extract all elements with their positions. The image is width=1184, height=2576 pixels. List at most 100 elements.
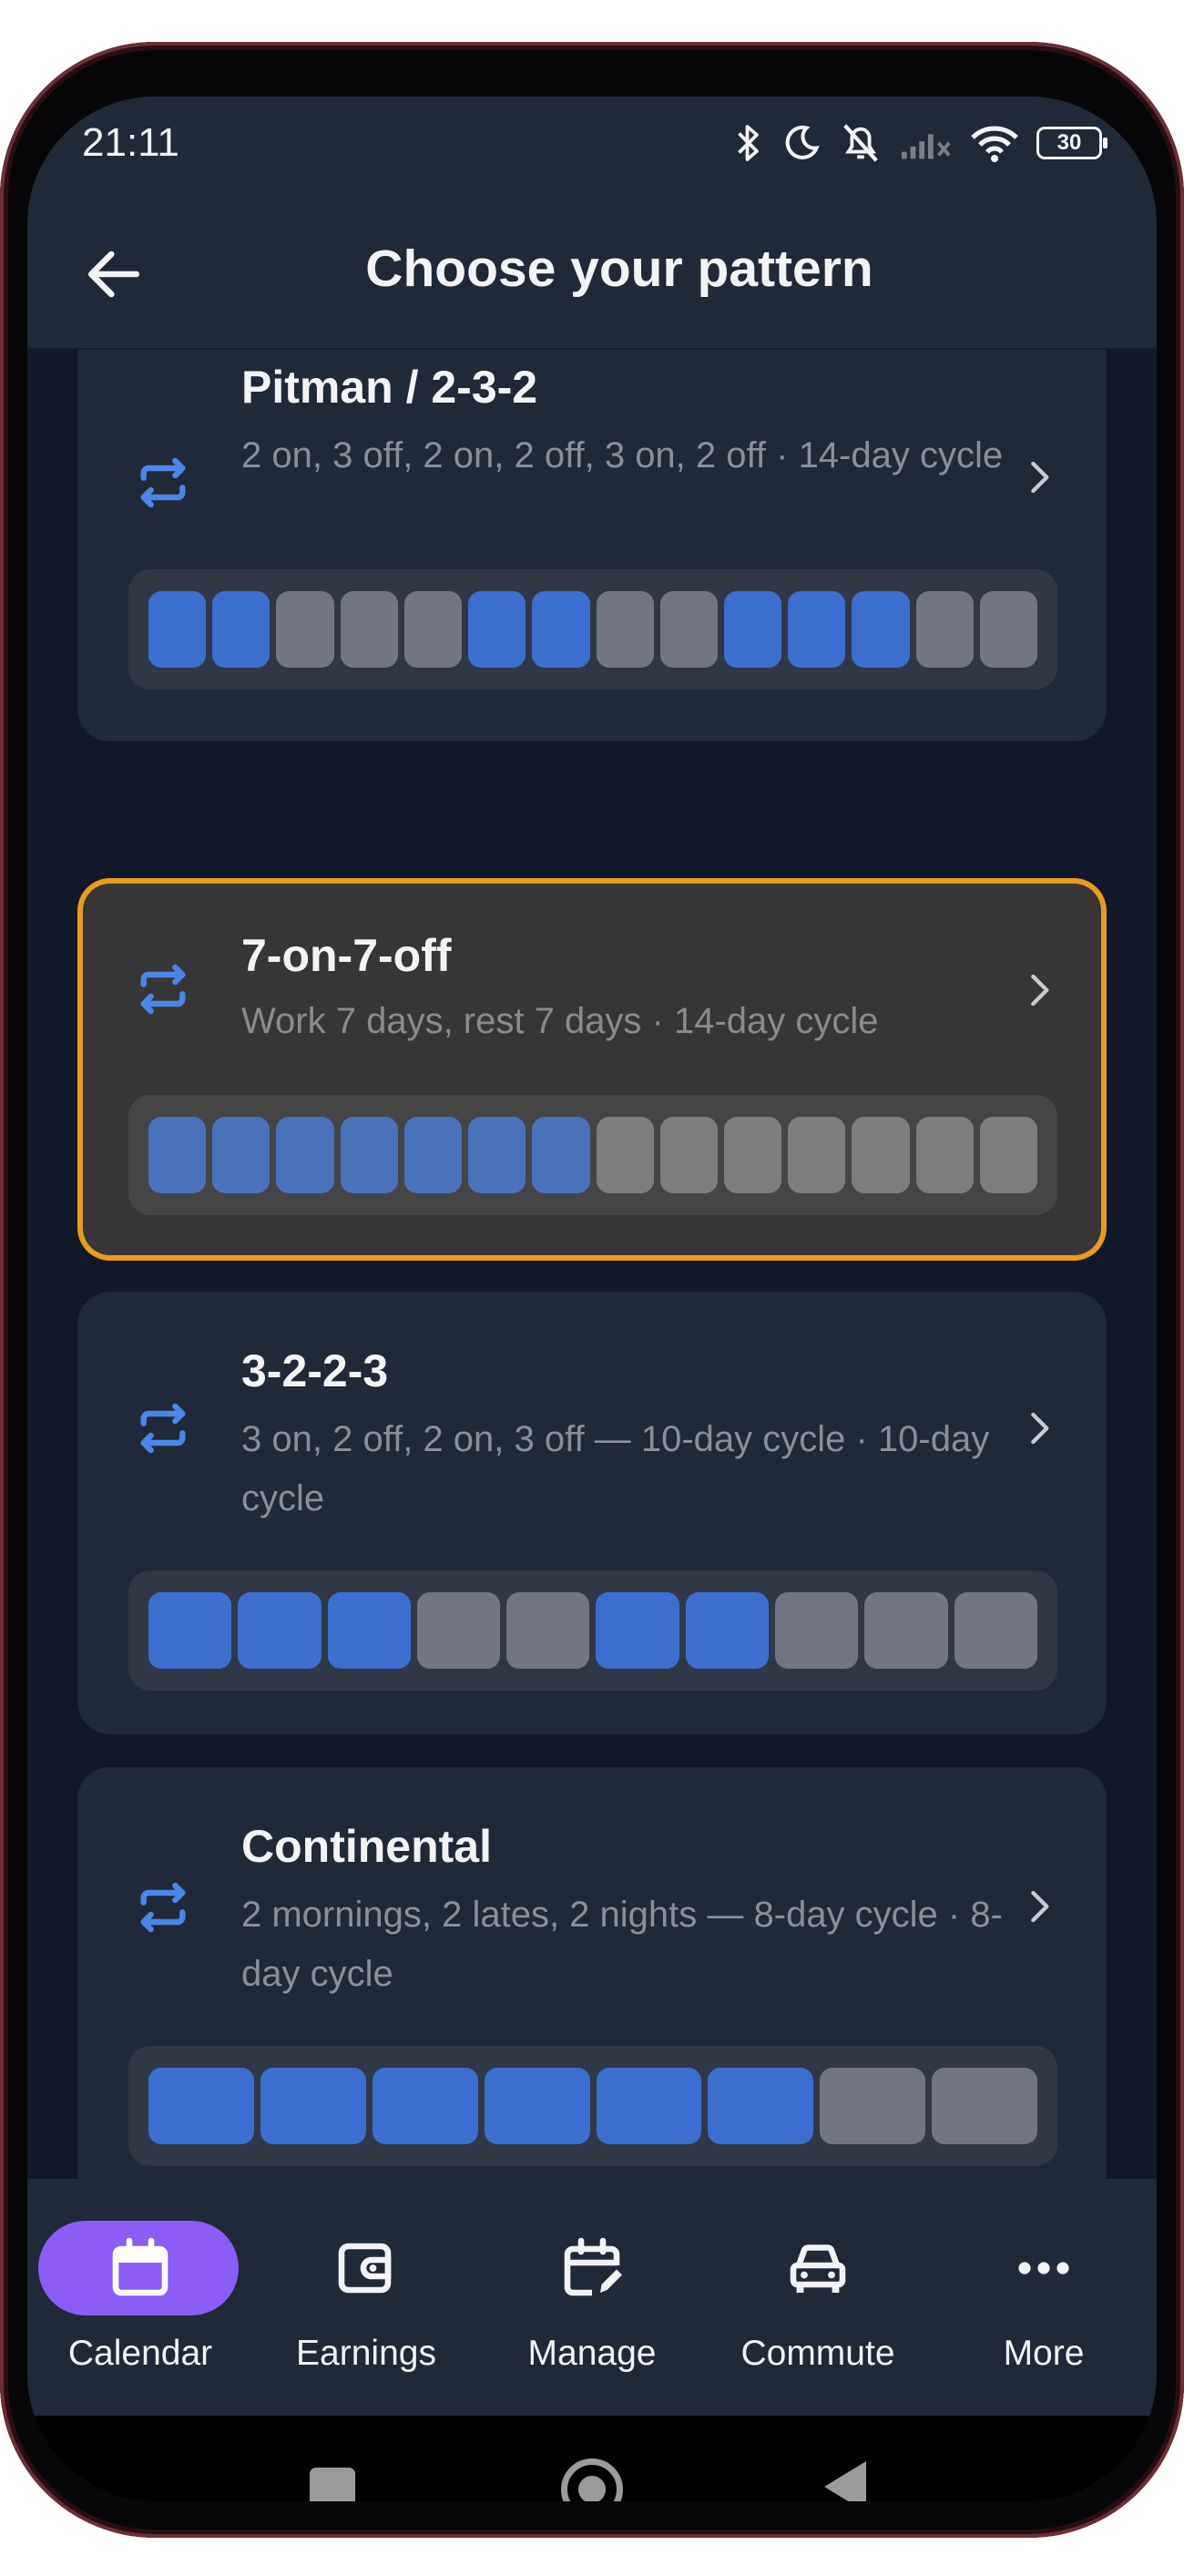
- battery-icon: 30: [1036, 127, 1107, 159]
- work-day-cell: [532, 591, 590, 668]
- signal-icon: [901, 134, 951, 159]
- pattern-card-3-2-2-3[interactable]: 3-2-2-3 3 on, 2 off, 2 on, 3 off — 10-da…: [77, 1292, 1107, 1734]
- off-day-cell: [915, 1117, 974, 1193]
- pattern-title: Pitman / 2-3-2: [241, 362, 538, 413]
- screen: 21:11 30 Choose your pattern Pitman / 2-…: [27, 97, 1157, 2501]
- calendar-edit-icon: [564, 2237, 622, 2296]
- work-day-cell: [148, 591, 207, 668]
- phone-frame: 21:11 30 Choose your pattern Pitman / 2-…: [0, 42, 1184, 2538]
- work-day-cell: [372, 2068, 478, 2144]
- work-day-cell: [532, 1117, 590, 1193]
- pattern-description: 2 mornings, 2 lates, 2 nights — 8-day cy…: [241, 1895, 1003, 1994]
- work-day-cell: [484, 2068, 590, 2144]
- off-day-cell: [852, 1117, 910, 1193]
- work-day-cell: [238, 1592, 322, 1669]
- pattern-description: 2 on, 3 off, 2 on, 2 off, 3 on, 2 off · …: [241, 435, 1004, 475]
- nav-label: Earnings: [296, 2334, 436, 2373]
- off-day-cell: [416, 1592, 501, 1669]
- app-bar: Choose your pattern: [27, 197, 1157, 350]
- work-day-cell: [212, 1117, 270, 1193]
- work-day-cell: [468, 1117, 526, 1193]
- chevron-right-icon: [1031, 1412, 1049, 1445]
- wifi-icon: [971, 126, 1018, 162]
- work-day-cell: [596, 2068, 702, 2144]
- repeat-icon: [140, 1882, 186, 1933]
- work-day-cell: [685, 1592, 770, 1669]
- off-day-cell: [820, 2068, 926, 2144]
- pattern-card-pitman[interactable]: Pitman / 2-3-2 2 on, 3 off, 2 on, 2 off,…: [77, 350, 1107, 741]
- bottom-nav: Calendar Earnings Manage Commute More: [27, 2179, 1157, 2416]
- more-icon: [1018, 2262, 1069, 2274]
- off-day-cell: [864, 1592, 948, 1669]
- nav-item-more[interactable]: More: [931, 2179, 1157, 2416]
- pattern-preview-strip: [128, 569, 1057, 690]
- status-bar: 21:11 30: [27, 97, 1157, 197]
- work-day-cell: [788, 591, 846, 668]
- chevron-right-icon: [1031, 461, 1049, 494]
- off-day-cell: [915, 591, 974, 668]
- pattern-preview-strip: [128, 1570, 1057, 1691]
- status-time: 21:11: [82, 120, 179, 165]
- battery-level: 30: [1056, 130, 1082, 155]
- pattern-title: 7-on-7-off: [241, 930, 452, 981]
- repeat-icon: [140, 457, 186, 508]
- work-day-cell: [852, 591, 910, 668]
- pattern-description: 3 on, 2 off, 2 on, 3 off — 10-day cycle …: [241, 1419, 990, 1518]
- off-day-cell: [276, 591, 334, 668]
- bluetooth-icon: [738, 125, 759, 161]
- off-day-cell: [403, 591, 463, 668]
- off-day-cell: [596, 591, 654, 668]
- nav-label: Commute: [740, 2334, 895, 2373]
- nav-label: More: [1003, 2334, 1085, 2373]
- nav-label: Calendar: [67, 2334, 213, 2373]
- off-day-cell: [979, 1117, 1038, 1193]
- work-day-cell: [148, 1117, 207, 1193]
- pattern-title: Continental: [241, 1821, 492, 1872]
- pattern-card-continental[interactable]: Continental 2 mornings, 2 lates, 2 night…: [77, 1767, 1107, 2210]
- status-icons: 30: [732, 122, 1107, 164]
- work-day-cell: [596, 1592, 679, 1669]
- pattern-preview-strip: [128, 1095, 1057, 1215]
- nav-label: Manage: [527, 2334, 657, 2373]
- work-day-cell: [340, 1117, 398, 1193]
- work-day-cell: [468, 591, 526, 668]
- off-day-cell: [340, 591, 398, 668]
- nav-item-calendar[interactable]: Calendar: [27, 2179, 253, 2416]
- work-day-cell: [148, 1592, 232, 1669]
- off-day-cell: [596, 1117, 654, 1193]
- recents-button[interactable]: [310, 2468, 355, 2501]
- work-day-cell: [327, 1592, 411, 1669]
- nav-item-manage[interactable]: Manage: [479, 2179, 705, 2416]
- pattern-title: 3-2-2-3: [241, 1345, 389, 1396]
- pattern-list[interactable]: Pitman / 2-3-2 2 on, 3 off, 2 on, 2 off,…: [27, 350, 1157, 2219]
- off-day-cell: [979, 591, 1038, 668]
- back-button[interactable]: [824, 2461, 866, 2501]
- work-day-cell: [723, 591, 782, 668]
- mute-bell-icon: [843, 124, 878, 162]
- calendar-icon: [112, 2237, 168, 2296]
- repeat-icon: [140, 964, 186, 1015]
- chevron-right-icon: [1031, 1890, 1049, 1923]
- off-day-cell: [659, 591, 718, 668]
- off-day-cell: [775, 1592, 859, 1669]
- off-day-cell: [659, 1117, 718, 1193]
- off-day-cell: [788, 1117, 846, 1193]
- pattern-card-7-on-7-off[interactable]: 7-on-7-off Work 7 days, rest 7 days · 14…: [77, 878, 1107, 1261]
- work-day-cell: [708, 2068, 814, 2144]
- work-day-cell: [148, 2068, 254, 2144]
- page-title: Choose your pattern: [365, 240, 873, 298]
- off-day-cell: [954, 1592, 1037, 1669]
- moon-icon: [785, 125, 820, 159]
- work-day-cell: [260, 2068, 366, 2144]
- pattern-description: Work 7 days, rest 7 days · 14-day cycle: [241, 1001, 879, 1041]
- nav-item-earnings[interactable]: Earnings: [253, 2179, 479, 2416]
- work-day-cell: [276, 1117, 334, 1193]
- nav-item-commute[interactable]: Commute: [705, 2179, 931, 2416]
- work-day-cell: [212, 591, 270, 668]
- chevron-right-icon: [1031, 974, 1049, 1007]
- wallet-icon: [338, 2243, 392, 2294]
- off-day-cell: [506, 1592, 590, 1669]
- repeat-icon: [140, 1403, 186, 1454]
- off-day-cell: [932, 2068, 1037, 2144]
- off-day-cell: [723, 1117, 782, 1193]
